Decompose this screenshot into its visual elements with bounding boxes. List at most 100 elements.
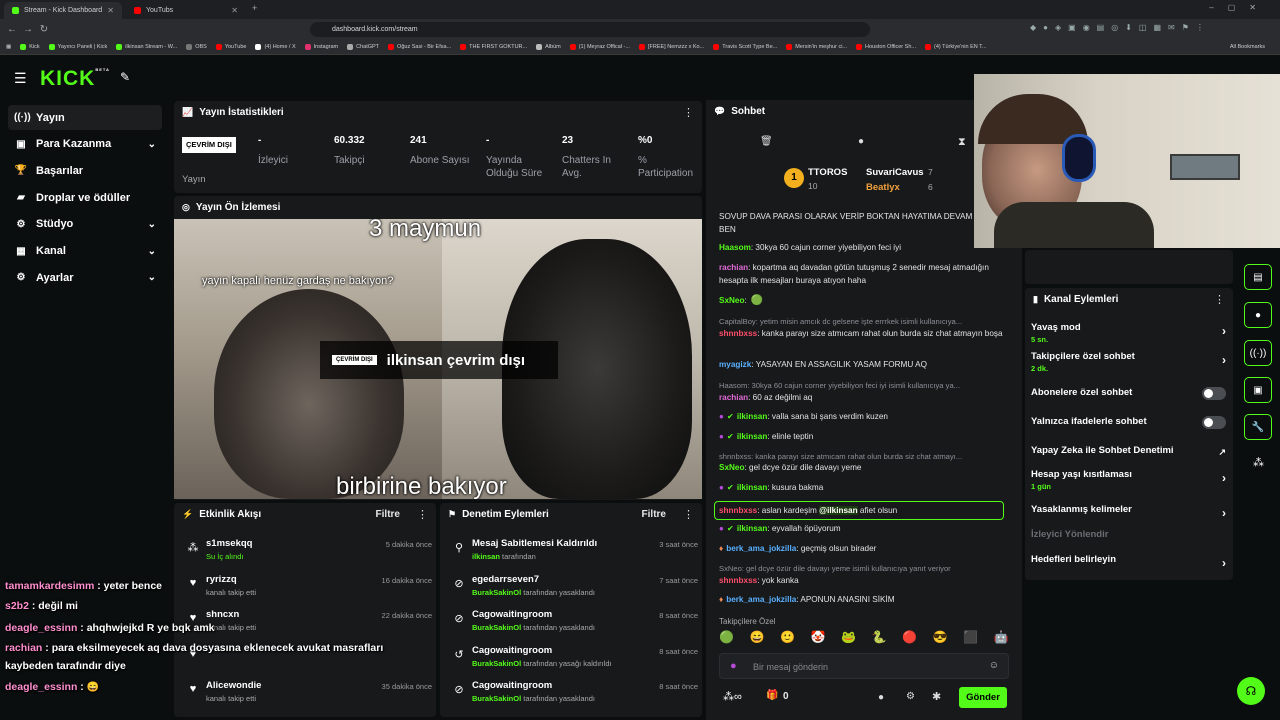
emote-icon[interactable]: 🙂: [780, 630, 795, 646]
bookmark-item[interactable]: YouTube: [215, 44, 246, 50]
toggle-switch[interactable]: [1202, 416, 1226, 429]
emote-icon[interactable]: 🤡: [811, 630, 826, 646]
chevron-right-icon[interactable]: ›: [1222, 556, 1226, 570]
chat-message[interactable]: SOVUP DAVA PARASI OLARAK VERİP BOKTAN HA…: [719, 210, 1009, 236]
trash-icon[interactable]: 🗑: [760, 136, 773, 147]
chevron-down-icon[interactable]: ⌄: [148, 219, 156, 230]
forward-icon[interactable]: →: [20, 24, 36, 35]
sidebar-item-3[interactable]: ▰ Droplar ve ödüller: [8, 185, 162, 210]
tools-icon[interactable]: ✎: [120, 70, 130, 84]
sidebar-item-6[interactable]: ⚙ Ayarlar ⌄: [8, 265, 162, 290]
moderation-row[interactable]: ⊘ Cagowaitingroom BurakSakinOl tarafından …: [448, 677, 698, 711]
channel-action-item[interactable]: Yapay Zeka ile Sohbet Denetimi ↗: [1031, 445, 1226, 458]
tab-kick-dashboard[interactable]: Stream - Kick Dashboard ✕: [4, 2, 122, 19]
chat-message[interactable]: SxNeo: 🟢: [719, 294, 1009, 307]
channel-action-item[interactable]: Takipçilere özel sohbet 2 dk. ›: [1031, 351, 1226, 373]
more-apps-icon[interactable]: ⁂: [1253, 456, 1264, 469]
bookmark-item[interactable]: Houston Officer Sh...: [856, 44, 916, 50]
emote-icon[interactable]: ⬛: [963, 630, 978, 646]
chat-message[interactable]: ● ✔ ilkinsan: kusura bakma: [719, 481, 1009, 494]
wrench-icon[interactable]: 🔧: [1244, 414, 1272, 440]
channel-action-item[interactable]: Abonelere özel sohbet: [1031, 387, 1226, 400]
chat-message[interactable]: shnnbxss: aslan kardeşim @ilkinsan afiet…: [714, 501, 1004, 520]
moderation-filter-button[interactable]: Filtre: [642, 509, 666, 520]
toggle-switch[interactable]: [1202, 387, 1226, 400]
chat-message[interactable]: ● ✔ ilkinsan: valla sana bi şans verdim ku…: [719, 410, 1009, 423]
reload-icon[interactable]: ↻: [36, 24, 52, 35]
bookmark-item[interactable]: (1) Meyraz Offical -...: [569, 44, 630, 50]
emote-icon[interactable]: 🐍: [872, 630, 887, 646]
bookmark-item[interactable]: [FREE] Nemzzz x Ko...: [638, 44, 704, 50]
external-link-icon[interactable]: ↗: [1218, 447, 1226, 458]
channel-action-item[interactable]: Yasaklanmış kelimeler ›: [1031, 504, 1226, 520]
leader-2-name[interactable]: SuvariCavus: [866, 167, 924, 178]
activity-row[interactable]: ⁂ s1msekqq Su İç alındı 5 dakika önce: [182, 535, 433, 569]
window-controls[interactable]: –▢✕: [1209, 3, 1270, 12]
emote-icon[interactable]: 🔴: [902, 630, 917, 646]
chat-message[interactable]: SxNeo: gel dcye özür dile davayı yeme: [719, 461, 1009, 474]
more-icon[interactable]: ⋮: [1214, 293, 1225, 306]
channel-action-item[interactable]: Yavaş mod 5 sn. ›: [1031, 322, 1226, 344]
gift-icon[interactable]: 🎁: [766, 690, 778, 701]
sidebar-item-2[interactable]: 🏆 Başarılar: [8, 158, 162, 183]
activity-row[interactable]: ♥ Alicewondie kanalı takip etti 35 dakika ö…: [182, 677, 432, 711]
bookmark-item[interactable]: THE FIRST GOKTUR...: [460, 44, 527, 50]
chat-icon[interactable]: ●: [1244, 302, 1272, 328]
moderation-row[interactable]: ⚲ Mesaj Sabitlemesi Kaldırıldı ilkinsan ta…: [448, 535, 698, 569]
microphone-icon[interactable]: ●: [730, 660, 737, 672]
bookmark-item[interactable]: ilkinsan Stream - W...: [116, 44, 177, 50]
bookmark-item[interactable]: (4) Home / X: [255, 44, 296, 50]
close-tab-icon[interactable]: ✕: [231, 6, 238, 15]
moderation-row[interactable]: ↺ Cagowaitingroom BurakSakinOl tarafından …: [448, 642, 698, 676]
emote-icon[interactable]: 🟢: [719, 630, 734, 646]
chat-message[interactable]: shnnbxss: kanka parayı size atmıcam raha…: [719, 327, 1009, 340]
emote-icon[interactable]: 🐸: [841, 630, 856, 646]
activity-filter-button[interactable]: Filtre: [376, 509, 400, 520]
bookmark-item[interactable]: Mersin'in meşhur ci...: [786, 44, 847, 50]
close-tab-icon[interactable]: ✕: [107, 6, 114, 15]
chat-mode-icon[interactable]: ●: [858, 136, 864, 147]
sidebar-item-1[interactable]: ▣ Para Kazanma ⌄: [8, 132, 162, 157]
more-icon[interactable]: ⋮: [683, 508, 694, 521]
chat-message[interactable]: ● ✔ ilkinsan: elinle teptin: [719, 430, 1009, 443]
chevron-right-icon[interactable]: ›: [1222, 324, 1226, 338]
chevron-right-icon[interactable]: ›: [1222, 506, 1226, 520]
emote-icon[interactable]: 😎: [933, 630, 948, 646]
chevron-down-icon[interactable]: ⌄: [148, 246, 156, 257]
chevron-right-icon[interactable]: ›: [1222, 353, 1226, 367]
bookmark-item[interactable]: ChatGPT: [347, 44, 379, 50]
notes-icon[interactable]: ▤: [1244, 264, 1272, 290]
stream-preview-video[interactable]: 3 maymun yayın kapalı henüz gardaş ne ba…: [174, 219, 702, 499]
channel-points-icon[interactable]: ⁂∞: [723, 690, 742, 703]
leader-3-name[interactable]: Beatlyx: [866, 182, 900, 193]
chat-input[interactable]: ● Bir mesaj gönderin ☺: [719, 653, 1009, 679]
channel-action-item[interactable]: İzleyici Yönlendir: [1031, 529, 1226, 540]
bookmark-item[interactable]: Kick: [20, 44, 40, 50]
more-icon[interactable]: ⋮: [417, 508, 428, 521]
channel-action-item[interactable]: Hesap yaşı kısıtlaması 1 gün ›: [1031, 469, 1226, 491]
chevron-down-icon[interactable]: ⌄: [148, 139, 156, 150]
apps-grid-icon[interactable]: ▦: [6, 44, 11, 50]
back-icon[interactable]: ←: [4, 24, 20, 35]
more-icon[interactable]: ⋮: [683, 106, 694, 119]
bookmark-item[interactable]: Travis Scott Type Be...: [713, 44, 777, 50]
bookmark-item[interactable]: (4) Türkiye'nin EN T...: [924, 44, 987, 50]
channel-action-item[interactable]: Yalnızca ifadelerle sohbet: [1031, 416, 1226, 429]
emote-row[interactable]: 🟢 😄 🙂 🤡 🐸 🐍 🔴 😎 ⬛ 🤖: [719, 630, 1009, 646]
chat-message[interactable]: Haasom: 30kya 60 cajun corner yiyebiliyo…: [719, 241, 1009, 254]
emote-icon[interactable]: 😄: [750, 630, 765, 646]
chat-message[interactable]: ♦ berk_ama_jokzilla: geçmiş olsun birader: [719, 542, 1009, 555]
chevron-down-icon[interactable]: ⌄: [148, 272, 156, 283]
chat-bubble-icon[interactable]: ●: [878, 692, 884, 703]
all-bookmarks-folder[interactable]: All Bookmarks: [1230, 44, 1265, 50]
kick-logo[interactable]: KICKBETA: [40, 67, 110, 91]
emoji-icon[interactable]: ☺: [989, 660, 999, 671]
bookmark-item[interactable]: Yayıncı Paneli | Kick: [48, 44, 107, 50]
moderation-row[interactable]: ⊘ Cagowaitingroom BurakSakinOl tarafından …: [448, 606, 698, 640]
url-field[interactable]: dashboard.kick.com/stream: [310, 22, 870, 37]
channel-action-item[interactable]: Hedefleri belirleyin ›: [1031, 554, 1226, 570]
broadcast-icon[interactable]: ((·)): [1244, 340, 1272, 366]
bookmark-item[interactable]: OBS: [186, 44, 207, 50]
moderation-row[interactable]: ⊘ egedarrseven7 BurakSakinOl tarafından ya…: [448, 571, 698, 605]
timer-icon[interactable]: ⧗: [958, 136, 966, 149]
